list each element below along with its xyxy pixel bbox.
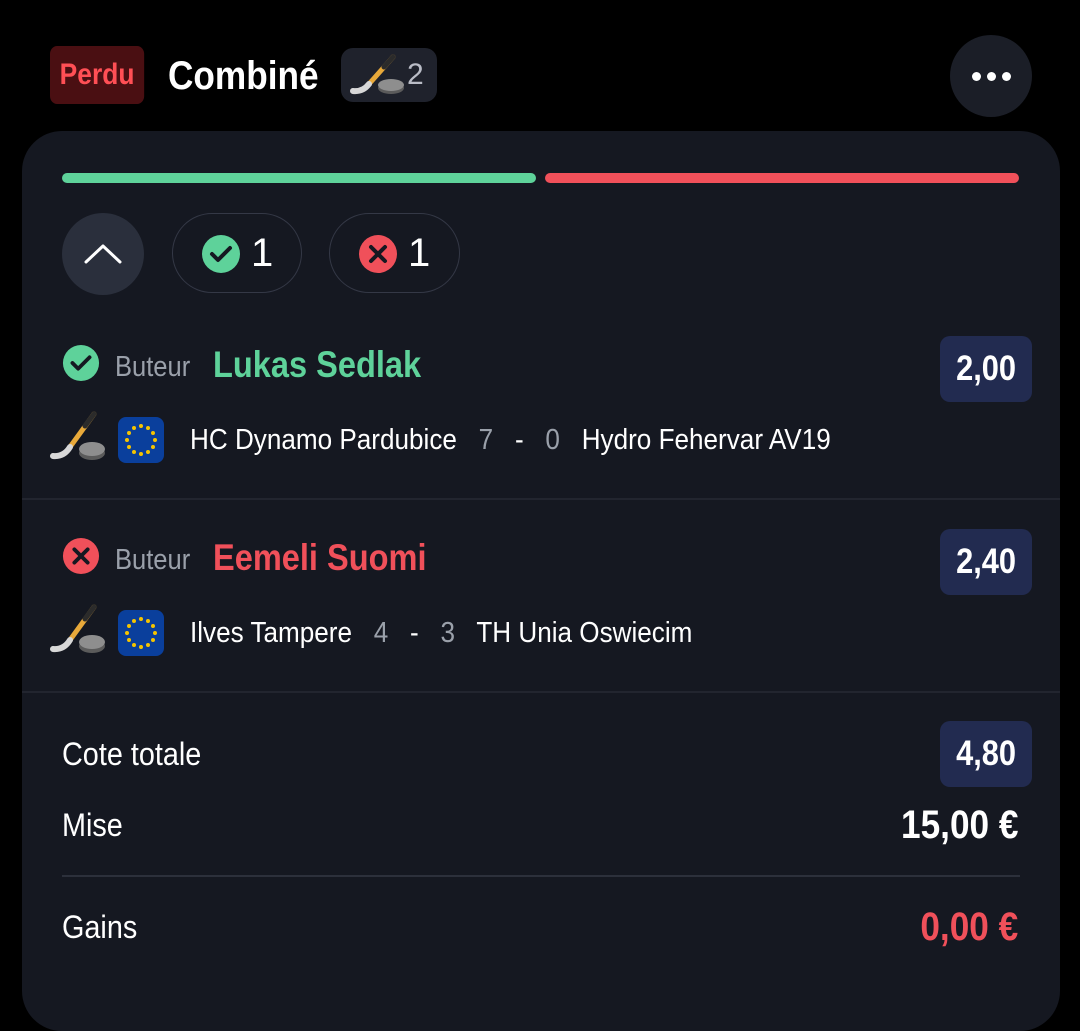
won-count: 1 xyxy=(251,231,274,275)
more-options-button[interactable] xyxy=(950,35,1032,117)
sport-count-pill: 2 xyxy=(341,48,437,102)
ice-hockey-icon xyxy=(50,411,108,470)
score-separator: - xyxy=(514,424,524,456)
lost-filter-pill[interactable]: 1 xyxy=(329,213,460,293)
progress-won-segment xyxy=(62,173,536,183)
bet-header: Perdu Combiné 2 xyxy=(0,0,1080,130)
chevron-up-icon xyxy=(84,244,122,264)
status-badge: Perdu xyxy=(50,46,145,104)
match-line: Ilves Tampere 4 - 3 TH Unia Oswiecim xyxy=(190,614,692,652)
selection-item[interactable]: Buteur Eemeli Suomi 2,40 Ilves Tampere 4… xyxy=(22,524,1060,717)
cross-circle-icon xyxy=(62,537,100,580)
bet-title: Combiné xyxy=(168,54,319,98)
stake-value: 15,00 € xyxy=(900,803,1018,847)
stake-label: Mise xyxy=(62,807,123,843)
more-horizontal-icon-dot xyxy=(986,71,996,81)
eu-flag-icon xyxy=(118,610,164,656)
total-odds-label: Cote totale xyxy=(62,736,202,772)
cross-circle-icon xyxy=(358,234,398,279)
selection-market: Buteur xyxy=(115,544,191,576)
away-team: TH Unia Oswiecim xyxy=(476,617,693,649)
selection-odds: 2,00 xyxy=(940,336,1032,402)
total-odds-badge: 4,80 xyxy=(940,721,1032,787)
score-separator: - xyxy=(410,617,419,649)
winnings-label: Gains xyxy=(62,909,138,945)
away-score: 0 xyxy=(545,424,560,456)
selection-item[interactable]: Buteur Lukas Sedlak 2,00 HC Dynamo Pardu… xyxy=(22,331,1060,524)
away-score: 3 xyxy=(440,617,456,649)
home-team: HC Dynamo Pardubice xyxy=(190,424,457,456)
lost-count: 1 xyxy=(408,231,431,275)
home-team: Ilves Tampere xyxy=(190,617,352,649)
won-filter-pill[interactable]: 1 xyxy=(172,213,302,293)
home-score: 7 xyxy=(478,424,494,456)
winnings-value: 0,00 € xyxy=(920,905,1018,949)
collapse-button[interactable] xyxy=(62,213,144,295)
divider xyxy=(22,498,1060,500)
progress-lost-segment xyxy=(545,173,1019,183)
ice-hockey-icon xyxy=(349,54,407,103)
match-line: HC Dynamo Pardubice 7 - 0 Hydro Fehervar… xyxy=(190,421,831,459)
selection-player: Eemeli Suomi xyxy=(213,537,427,578)
bet-card: 1 1 Buteur Lukas Sedlak 2,00 HC Dynamo P… xyxy=(22,131,1060,1031)
summary-divider xyxy=(62,875,1020,877)
divider xyxy=(22,691,1060,693)
ice-hockey-icon xyxy=(50,604,108,663)
sport-count: 2 xyxy=(407,58,424,91)
selection-player: Lukas Sedlak xyxy=(213,344,422,385)
more-horizontal-icon xyxy=(971,71,981,81)
selection-odds: 2,40 xyxy=(940,529,1032,595)
check-circle-icon xyxy=(62,344,100,387)
check-circle-icon xyxy=(201,234,241,279)
eu-flag-icon xyxy=(118,417,164,463)
selection-market: Buteur xyxy=(115,351,191,383)
home-score: 4 xyxy=(373,617,389,649)
more-horizontal-icon-dot xyxy=(1001,71,1011,81)
away-team: Hydro Fehervar AV19 xyxy=(581,424,831,456)
